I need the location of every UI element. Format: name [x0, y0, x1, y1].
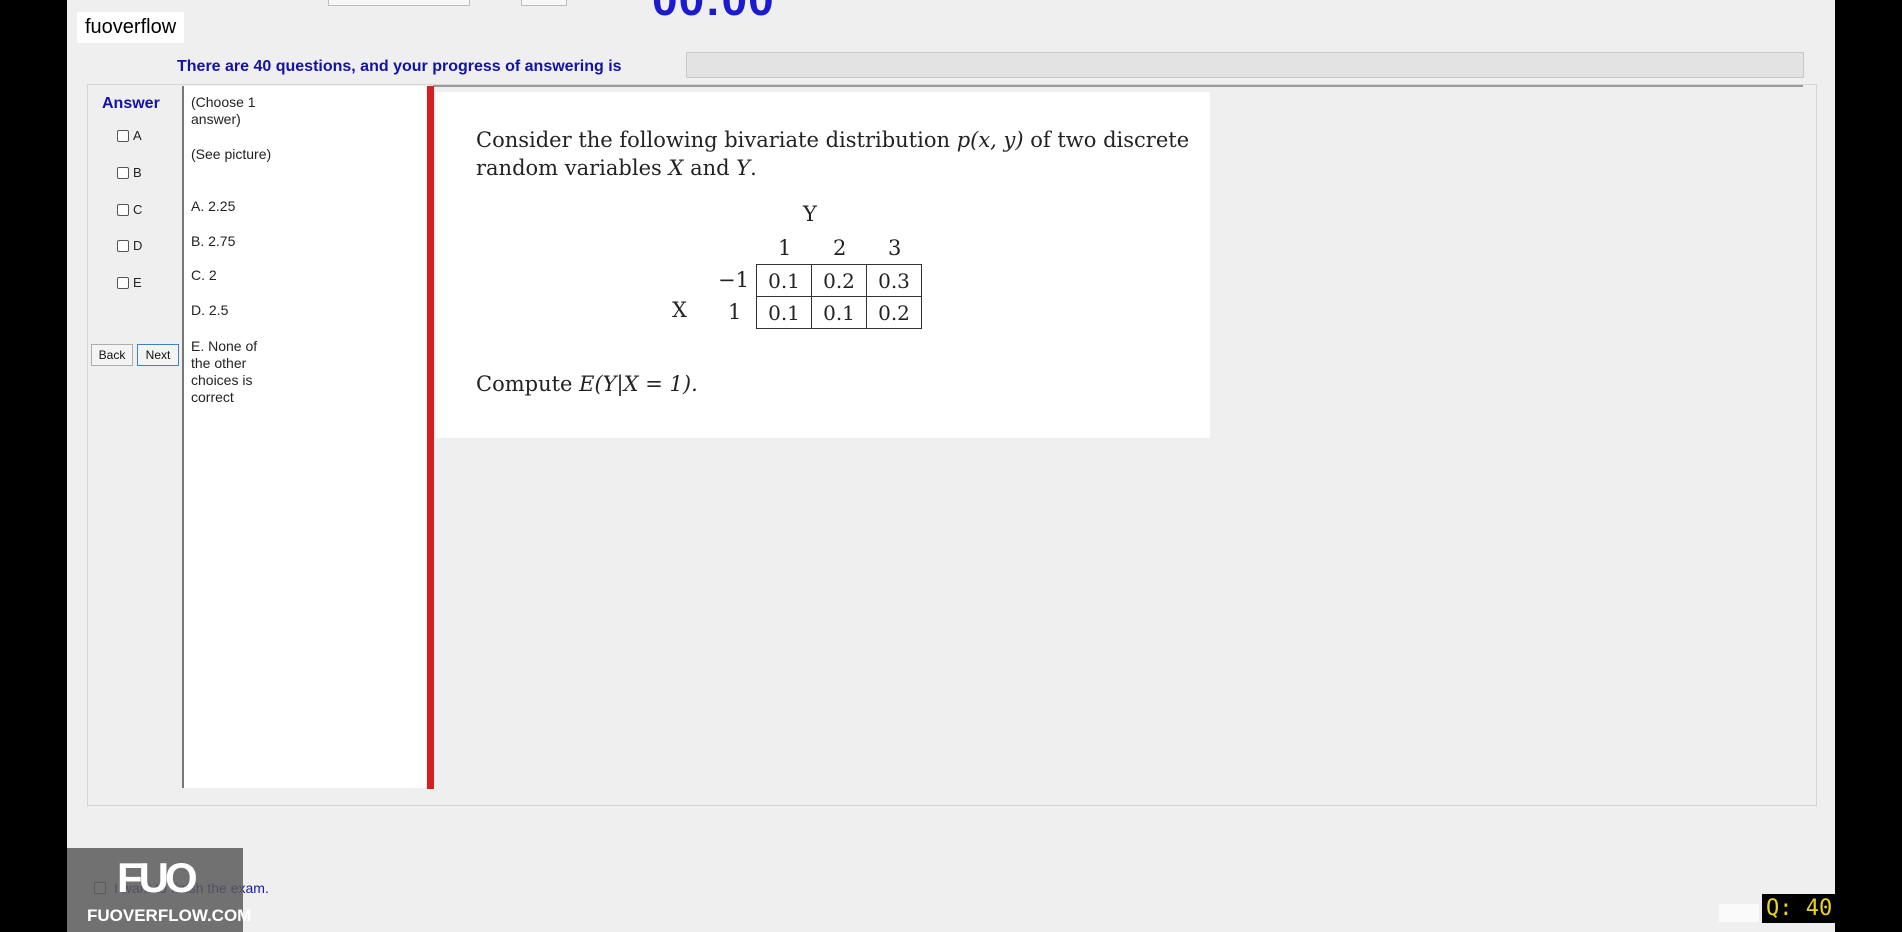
checkbox-d[interactable]	[117, 239, 129, 252]
content-top-border	[433, 85, 1803, 87]
choice-a-label: A	[133, 128, 142, 143]
panel-divider[interactable]	[427, 86, 434, 789]
choice-e[interactable]: E	[117, 275, 142, 290]
table-row-var: X	[672, 298, 687, 322]
checkbox-a[interactable]	[117, 129, 129, 142]
checkbox-b[interactable]	[117, 166, 129, 179]
option-a-text: A. 2.25	[191, 198, 236, 214]
option-c-text: C. 2	[191, 267, 217, 283]
choice-a[interactable]: A	[117, 128, 142, 143]
exam-window: 00:00 fuoverflow There are 40 questions,…	[67, 0, 1835, 932]
choose-instruction: (Choose 1 answer)	[191, 94, 256, 127]
progress-bar	[686, 52, 1804, 78]
question-intro-1: Consider the following bivariate distrib…	[476, 128, 950, 152]
choice-c-label: C	[133, 202, 143, 217]
table-cell: 0.2	[811, 264, 867, 297]
checkbox-c[interactable]	[117, 203, 129, 216]
compute-expression: E(Y|X = 1).	[579, 372, 698, 396]
question-counter: Q: 40	[1762, 894, 1837, 923]
table-cell: 0.1	[756, 296, 812, 329]
choice-e-label: E	[133, 275, 142, 290]
compute-line: Compute E(Y|X = 1).	[476, 372, 698, 396]
table-col-header-1: 1	[778, 236, 792, 260]
question-var-x: X	[668, 156, 684, 180]
table-row-header-1: −1	[718, 268, 749, 292]
choice-b[interactable]: B	[117, 165, 142, 180]
next-button[interactable]: Next	[137, 344, 179, 366]
top-combo-box[interactable]	[328, 0, 470, 6]
table-cell: 0.1	[811, 296, 867, 329]
table-row: 0.1 0.1 0.2	[756, 296, 922, 329]
top-small-box[interactable]	[521, 0, 567, 6]
choice-d-label: D	[133, 238, 143, 253]
watermark-label: fuoverflow	[77, 12, 185, 43]
logo-wordmark: FUOVERFLOW.COM	[87, 906, 252, 925]
compute-label: Compute	[476, 372, 573, 396]
table-col-header-3: 3	[888, 236, 902, 260]
fuoverflow-logo: FUO FUOVERFLOW.COM	[67, 848, 251, 932]
question-math-pxy: p(x, y)	[956, 128, 1024, 152]
choice-d[interactable]: D	[117, 238, 142, 253]
counter-bg	[1719, 904, 1759, 922]
table-cell: 0.3	[866, 264, 922, 297]
see-picture-note: (See picture)	[191, 146, 272, 162]
checkbox-e[interactable]	[117, 276, 129, 289]
options-panel: (Choose 1 answer) (See picture) A. 2.25 …	[182, 86, 426, 788]
progress-text: There are 40 questions, and your progres…	[177, 58, 622, 75]
option-d-text: D. 2.5	[191, 302, 229, 318]
table-row: 0.1 0.2 0.3	[756, 264, 922, 297]
choice-b-label: B	[133, 165, 142, 180]
table-cell: 0.2	[866, 296, 922, 329]
table-col-header-2: 2	[833, 236, 847, 260]
option-e-text: E. None of the other choices is correct	[191, 338, 258, 405]
option-b-text: B. 2.75	[191, 233, 236, 249]
logo-mark: FUO	[117, 854, 198, 901]
question-var-y: Y	[736, 156, 751, 180]
table-cell: 0.1	[756, 264, 812, 297]
table-row-header-2: 1	[728, 300, 742, 324]
back-button[interactable]: Back	[91, 344, 133, 366]
table-col-var: Y	[803, 202, 817, 226]
question-period: .	[750, 156, 757, 180]
timer-display: 00:00	[652, 0, 775, 26]
distribution-table: 0.1 0.2 0.3 0.1 0.1 0.2	[756, 264, 922, 329]
question-text: Consider the following bivariate distrib…	[476, 126, 1196, 182]
question-image: Consider the following bivariate distrib…	[436, 92, 1210, 438]
question-and: and	[690, 156, 730, 180]
choice-c[interactable]: C	[117, 202, 142, 217]
answer-title: Answer	[102, 95, 160, 112]
